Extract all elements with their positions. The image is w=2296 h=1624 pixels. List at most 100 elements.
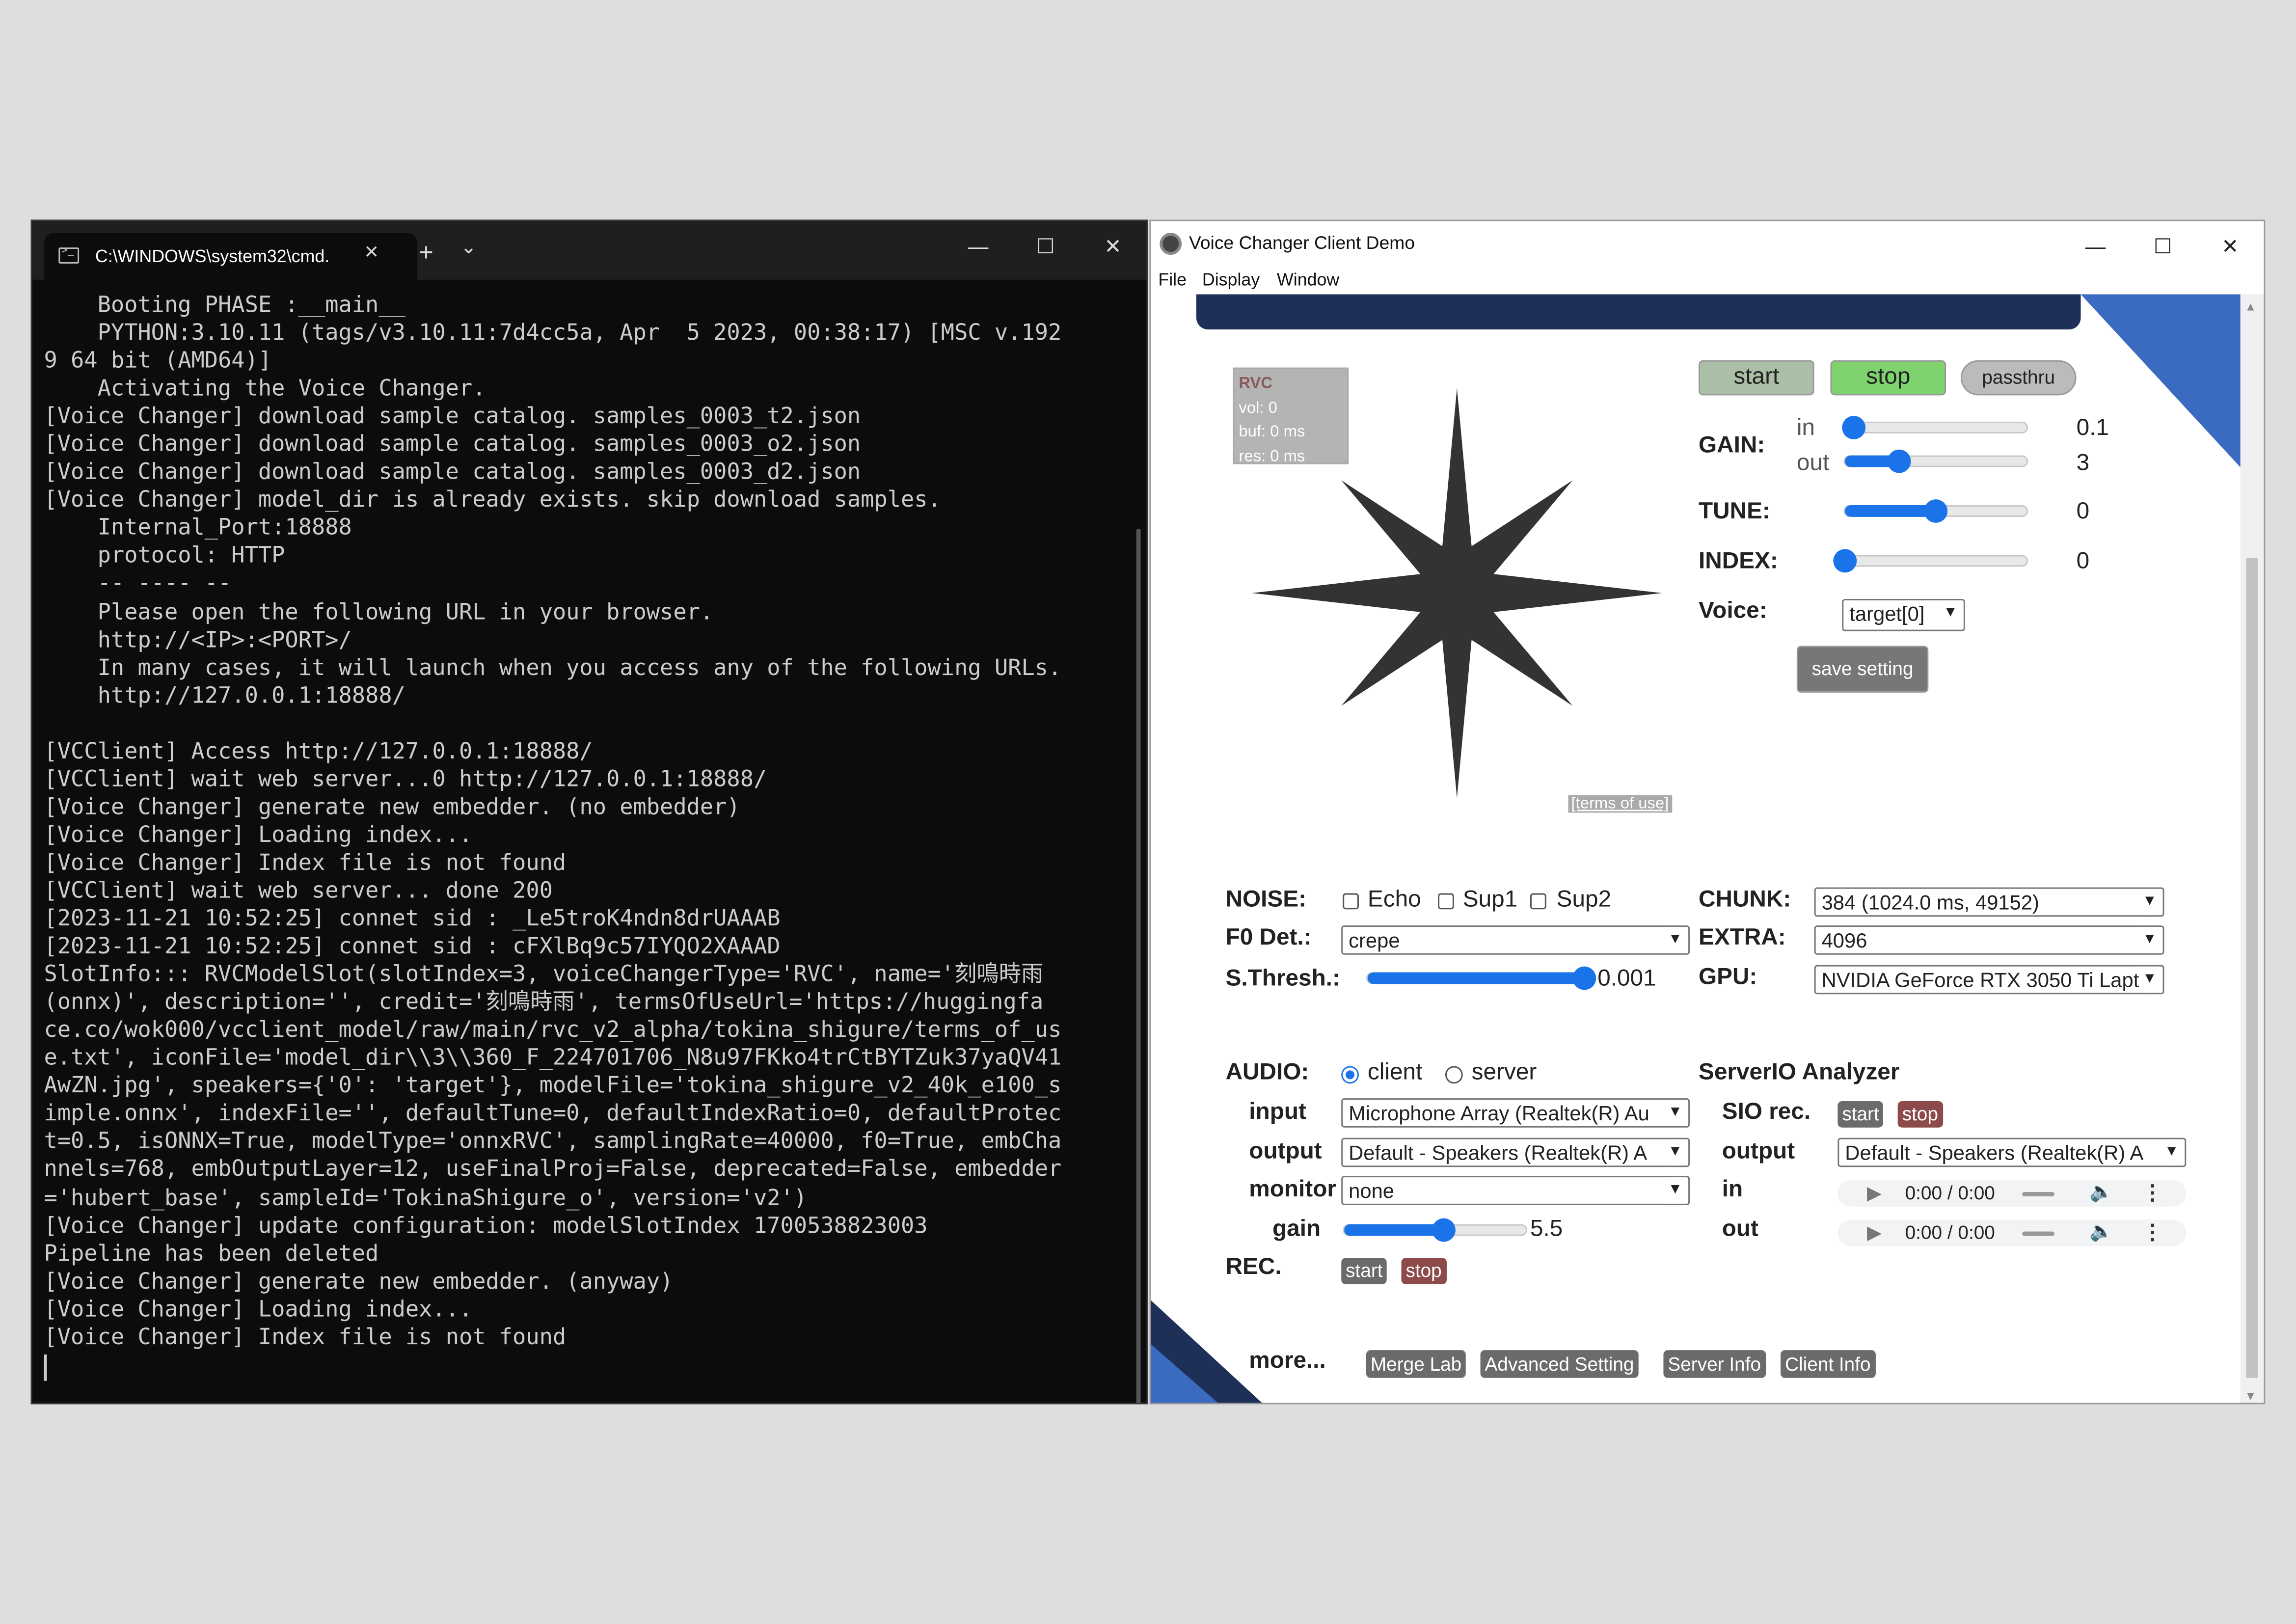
maximize-icon[interactable]: ☐ xyxy=(1012,221,1079,271)
terminal-icon xyxy=(58,244,80,264)
monitor-gain-slider[interactable] xyxy=(1343,1218,1528,1242)
passthru-button[interactable]: passthru xyxy=(1960,360,2077,396)
more-label: more... xyxy=(1249,1349,1326,1374)
index-value: 0 xyxy=(2076,549,2090,574)
input-label: input xyxy=(1249,1100,1306,1125)
stop-button[interactable]: stop xyxy=(1830,360,1946,396)
out-audio-player[interactable]: ▶ 0:00 / 0:00 🔈 ⋮ xyxy=(1837,1219,2187,1246)
gain-out-label: out xyxy=(1796,451,1830,476)
scroll-down-icon[interactable]: ▼ xyxy=(2245,1390,2257,1403)
sup1-checkbox[interactable] xyxy=(1438,893,1454,910)
close-icon[interactable]: ✕ xyxy=(2196,221,2264,271)
index-slider[interactable] xyxy=(1833,549,2028,573)
server-info-button[interactable]: Server Info xyxy=(1663,1350,1766,1378)
output-device-select[interactable]: Default - Speakers (Realtek(R) A ▼ xyxy=(1341,1137,1690,1167)
slider-thumb[interactable] xyxy=(1924,499,1948,523)
s-thresh-slider[interactable] xyxy=(1366,966,1596,990)
chevron-down-icon: ▼ xyxy=(1665,1139,1683,1166)
in-audio-player[interactable]: ▶ 0:00 / 0:00 🔈 ⋮ xyxy=(1837,1180,2187,1207)
monitor-label: monitor xyxy=(1249,1177,1336,1202)
gpu-label: GPU: xyxy=(1699,965,1757,990)
input-device-select[interactable]: Microphone Array (Realtek(R) Au ▼ xyxy=(1341,1098,1690,1128)
menu-file[interactable]: File xyxy=(1158,270,1187,290)
save-setting-button[interactable]: save setting xyxy=(1796,646,1929,693)
terminal-tab[interactable]: C:\WINDOWS\system32\cmd. × xyxy=(44,233,418,280)
terminal-tab-title: C:\WINDOWS\system32\cmd. xyxy=(95,246,330,267)
f0-det-select[interactable]: crepe ▼ xyxy=(1341,925,1690,955)
menu-display[interactable]: Display xyxy=(1202,270,1260,290)
sio-stop-button[interactable]: stop xyxy=(1897,1101,1943,1128)
new-tab-icon[interactable]: + xyxy=(413,239,439,268)
chevron-down-icon: ▼ xyxy=(2139,927,2157,953)
echo-checkbox[interactable] xyxy=(1343,893,1359,910)
monitor-device-select[interactable]: none ▼ xyxy=(1341,1176,1690,1205)
advanced-setting-button[interactable]: Advanced Setting xyxy=(1480,1350,1639,1378)
chunk-select[interactable]: 384 (1024.0 ms, 49152) ▼ xyxy=(1814,887,2164,917)
gpu-select[interactable]: NVIDIA GeForce RTX 3050 Ti Laptc ▼ xyxy=(1814,965,2164,995)
sup2-label: Sup2 xyxy=(1556,887,1612,913)
server-label: server xyxy=(1471,1060,1537,1085)
slider-thumb[interactable] xyxy=(1833,549,1857,573)
merge-lab-button[interactable]: Merge Lab xyxy=(1366,1350,1466,1378)
tune-slider[interactable] xyxy=(1843,499,2028,523)
slider-thumb[interactable] xyxy=(1432,1218,1456,1242)
output-device-value: Default - Speakers (Realtek(R) A xyxy=(1349,1140,1648,1164)
volume-icon[interactable]: 🔈 xyxy=(2089,1180,2113,1204)
rec-start-button[interactable]: start xyxy=(1341,1258,1387,1284)
play-icon[interactable]: ▶ xyxy=(1867,1182,1882,1205)
start-button[interactable]: start xyxy=(1699,360,1814,396)
voice-select[interactable]: target[0] ▼ xyxy=(1842,598,1965,631)
scrollbar-thumb[interactable] xyxy=(2246,558,2258,1378)
sup2-checkbox[interactable] xyxy=(1530,893,1546,910)
chevron-down-icon: ▼ xyxy=(1665,927,1683,953)
close-icon[interactable]: ✕ xyxy=(1079,221,1146,271)
slider-thumb[interactable] xyxy=(1842,416,1866,439)
sio-start-button[interactable]: start xyxy=(1837,1101,1884,1128)
extra-select[interactable]: 4096 ▼ xyxy=(1814,925,2164,955)
noise-label: NOISE: xyxy=(1225,887,1307,913)
terminal-output[interactable]: Booting PHASE :__main__ PYTHON:3.10.11 (… xyxy=(44,292,1127,1352)
gain-out-slider[interactable] xyxy=(1843,449,2028,473)
page-scrollbar[interactable]: ▲ ▼ xyxy=(2240,294,2264,1403)
minimize-icon[interactable]: — xyxy=(2062,221,2129,271)
slider-thumb[interactable] xyxy=(1888,449,1912,473)
chevron-down-icon: ▼ xyxy=(1665,1100,1683,1126)
f0-det-label: F0 Det.: xyxy=(1225,925,1312,950)
terminal-titlebar: C:\WINDOWS\system32\cmd. × + ⌄ — ☐ ✕ xyxy=(32,221,1147,280)
terms-of-use-link[interactable]: [terms of use] xyxy=(1568,795,1672,813)
server-radio[interactable] xyxy=(1445,1066,1463,1084)
terminal-scrollbar[interactable] xyxy=(1136,528,1141,1403)
analyzer-output-select[interactable]: Default - Speakers (Realtek(R) A ▼ xyxy=(1837,1137,2187,1167)
monitor-gain-label: gain xyxy=(1272,1217,1321,1242)
rec-stop-button[interactable]: stop xyxy=(1401,1258,1446,1284)
terminal-window: C:\WINDOWS\system32\cmd. × + ⌄ — ☐ ✕ Boo… xyxy=(30,219,1148,1405)
extra-value: 4096 xyxy=(1821,928,1867,952)
chunk-label: CHUNK: xyxy=(1699,887,1791,913)
seek-bar[interactable] xyxy=(2022,1231,2054,1236)
minimize-icon[interactable]: — xyxy=(945,221,1012,271)
client-info-button[interactable]: Client Info xyxy=(1781,1350,1875,1378)
client-radio[interactable] xyxy=(1341,1066,1359,1084)
more-options-icon[interactable]: ⋮ xyxy=(2142,1180,2163,1205)
play-icon[interactable]: ▶ xyxy=(1867,1221,1882,1245)
corner-decoration xyxy=(1151,1344,1221,1403)
monitor-device-value: none xyxy=(1349,1179,1395,1202)
out-audio-time: 0:00 / 0:00 xyxy=(1905,1221,1995,1244)
serverio-analyzer-title: ServerIO Analyzer xyxy=(1699,1060,1900,1085)
volume-icon[interactable]: 🔈 xyxy=(2089,1220,2113,1244)
gain-in-slider[interactable] xyxy=(1842,416,2028,439)
seek-bar[interactable] xyxy=(2022,1191,2054,1196)
slider-thumb[interactable] xyxy=(1572,966,1596,990)
more-options-icon[interactable]: ⋮ xyxy=(2142,1220,2163,1245)
chunk-value: 384 (1024.0 ms, 49152) xyxy=(1821,890,2039,914)
s-thresh-label: S.Thresh.: xyxy=(1225,966,1340,992)
echo-label: Echo xyxy=(1367,887,1421,913)
maximize-icon[interactable]: ☐ xyxy=(2129,221,2196,271)
menu-bar: File Display Window xyxy=(1151,268,2264,295)
analyzer-output-value: Default - Speakers (Realtek(R) A xyxy=(1845,1140,2144,1164)
scroll-up-icon[interactable]: ▲ xyxy=(2245,300,2257,313)
menu-window[interactable]: Window xyxy=(1277,270,1339,290)
close-tab-icon[interactable]: × xyxy=(365,240,378,267)
chevron-down-icon: ▼ xyxy=(1665,1177,1683,1204)
chevron-down-icon[interactable]: ⌄ xyxy=(457,236,481,259)
